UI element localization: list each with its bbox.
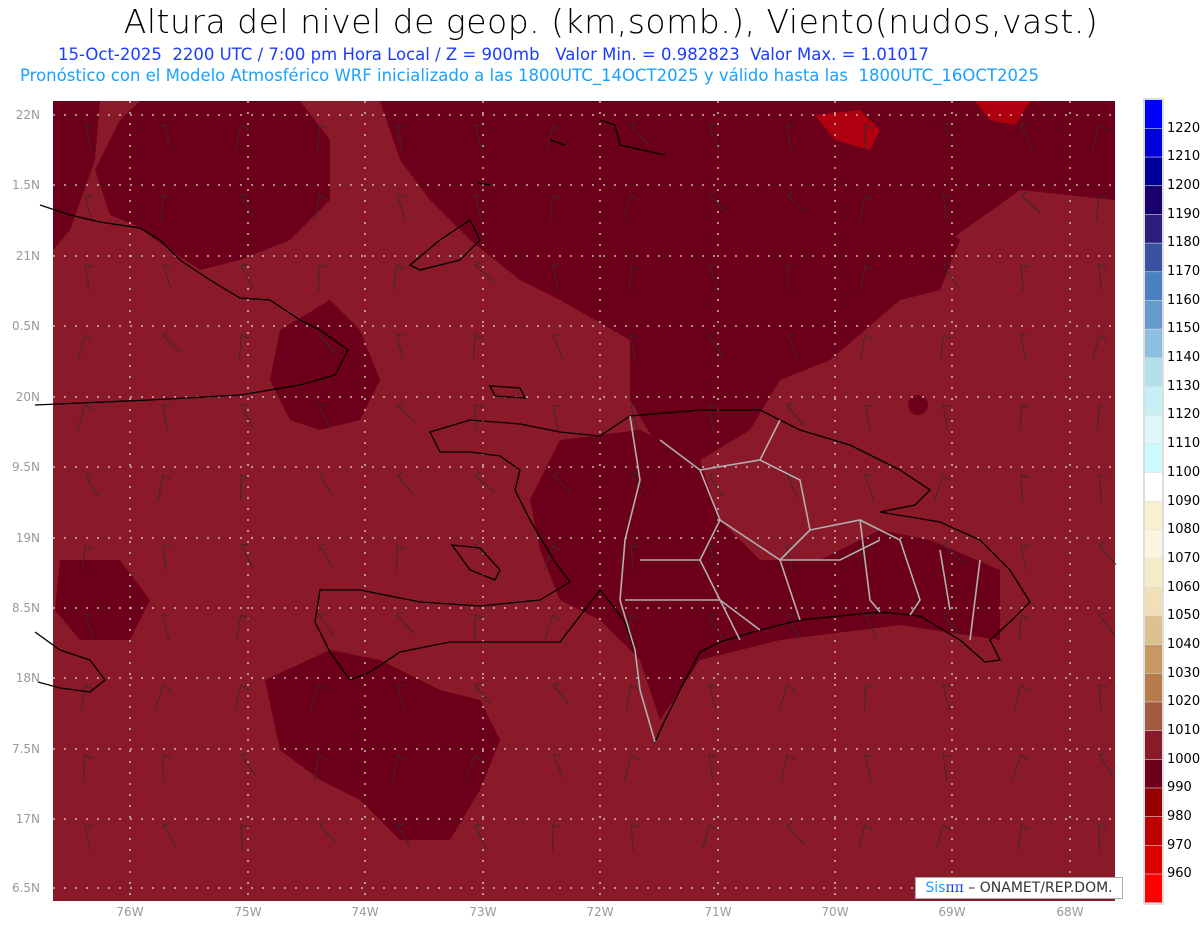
lat-label: 0.5N [12, 319, 40, 333]
colorbar-label: 1170 [1167, 264, 1200, 280]
lon-label: 70W [821, 905, 848, 919]
colorbar-label: 1080 [1167, 522, 1200, 538]
colorbar-swatch [1145, 730, 1162, 760]
weather-map: 76W 75W 74W 73W 72W 71W 70W 69W 68W 22N 1.5N 21N 0.5… [12, 98, 1164, 919]
colorbar-swatch [1145, 243, 1162, 272]
colorbar-swatch [1145, 444, 1162, 473]
colorbar-swatch [1145, 702, 1162, 731]
colorbar-swatch [1145, 845, 1162, 874]
colorbar-label: 980 [1167, 808, 1192, 824]
lat-label: 8.5N [12, 601, 40, 615]
lat-label: 7.5N [12, 742, 40, 756]
map-subtitle: 15-Oct-2025 2200 UTC / 7:00 pm Hora Loca… [58, 45, 929, 64]
colorbar-label: 1120 [1167, 407, 1200, 423]
colorbar-swatch [1145, 530, 1162, 559]
colorbar-swatch [1145, 472, 1162, 501]
lat-label: 20N [16, 390, 40, 404]
colorbar-swatch [1145, 816, 1162, 846]
lon-label: 71W [704, 905, 731, 919]
lon-label: 76W [116, 905, 143, 919]
credit-text: – ONAMET/REP.DOM. [968, 880, 1113, 896]
colorbar-label: 1050 [1167, 608, 1200, 624]
colorbar-label: 1040 [1167, 636, 1200, 652]
colorbar-label: 1140 [1167, 350, 1200, 366]
colorbar-label: 1160 [1167, 292, 1200, 308]
colorbar [1143, 98, 1164, 905]
colorbar-swatch [1145, 616, 1162, 645]
colorbar-label: 1220 [1167, 120, 1200, 136]
lat-label: 22N [16, 108, 40, 122]
lon-label: 75W [234, 905, 261, 919]
credit-box: Sisππ – ONAMET/REP.DOM. [915, 877, 1123, 899]
colorbar-swatch [1145, 186, 1162, 215]
colorbar-swatch [1145, 874, 1162, 903]
lat-label: 21N [16, 249, 40, 263]
colorbar-swatch [1145, 300, 1162, 329]
colorbar-swatch [1145, 157, 1162, 186]
colorbar-label: 960 [1167, 866, 1192, 882]
colorbar-swatch [1145, 644, 1162, 673]
colorbar-label: 1200 [1167, 178, 1200, 194]
credit-pi: ππ [945, 880, 964, 896]
colorbar-swatch [1145, 128, 1162, 157]
colorbar-swatch [1145, 415, 1162, 444]
colorbar-swatch [1145, 501, 1162, 530]
colorbar-label: 1020 [1167, 694, 1200, 710]
lon-label: 74W [351, 905, 378, 919]
colorbar-label: 1190 [1167, 206, 1200, 222]
colorbar-swatch [1145, 329, 1162, 358]
colorbar-swatch [1145, 272, 1162, 301]
lat-label: 6.5N [12, 881, 40, 895]
colorbar-label: 1000 [1167, 751, 1200, 767]
map-title: Altura del nivel de geop. (km,somb.), Vi… [123, 2, 1099, 41]
colorbar-swatch [1145, 673, 1162, 702]
colorbar-label: 1100 [1167, 464, 1200, 480]
colorbar-label: 1110 [1167, 436, 1200, 452]
colorbar-label: 990 [1167, 780, 1192, 796]
lat-label: 18N [16, 671, 40, 685]
colorbar-label: 1090 [1167, 493, 1200, 509]
colorbar-label: 970 [1167, 837, 1192, 853]
lat-label: 19N [16, 531, 40, 545]
colorbar-swatch [1145, 358, 1162, 387]
lat-label: 1.5N [12, 178, 40, 192]
colorbar-swatch [1145, 759, 1162, 788]
colorbar-label: 1130 [1167, 378, 1200, 394]
model-info: Pronóstico con el Modelo Atmosférico WRF… [20, 66, 1039, 85]
colorbar-swatch [1145, 587, 1162, 616]
colorbar-swatch [1145, 386, 1162, 415]
colorbar-swatch [1145, 788, 1162, 817]
colorbar-label: 1150 [1167, 321, 1200, 337]
credit-sis: Sis [925, 880, 946, 896]
colorbar-label: 1070 [1167, 550, 1200, 566]
colorbar-label: 1030 [1167, 665, 1200, 681]
colorbar-swatch [1145, 100, 1162, 129]
colorbar-label: 1060 [1167, 579, 1200, 595]
lon-label: 68W [1056, 905, 1083, 919]
lon-label: 69W [938, 905, 965, 919]
colorbar-label: 1180 [1167, 235, 1200, 251]
colorbar-swatch [1145, 558, 1162, 587]
lon-label: 72W [586, 905, 613, 919]
colorbar-label: 1010 [1167, 722, 1200, 738]
colorbar-swatch [1145, 214, 1162, 243]
colorbar-label: 1210 [1167, 149, 1200, 165]
lon-label: 73W [469, 905, 496, 919]
lat-label: 9.5N [12, 460, 40, 474]
lat-label: 17N [16, 812, 40, 826]
